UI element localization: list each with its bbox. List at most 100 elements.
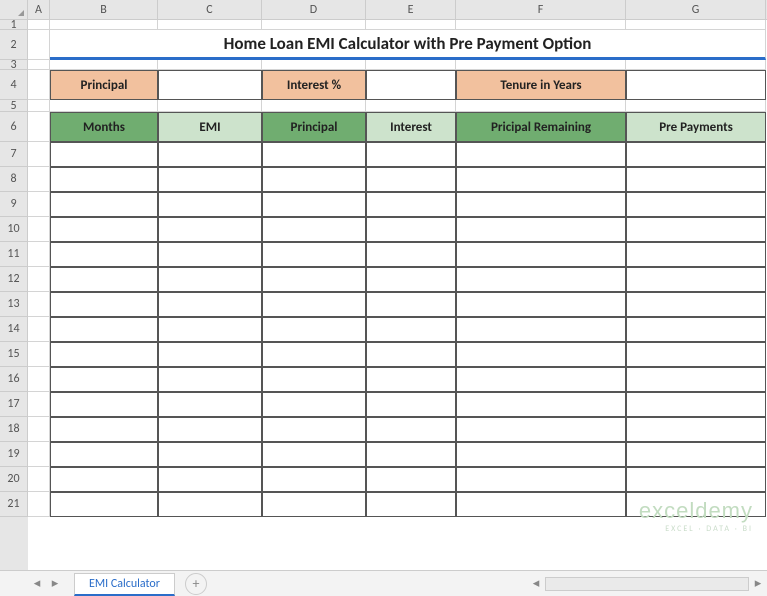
cell-B7[interactable]: [50, 142, 158, 167]
row-header-19[interactable]: 19: [0, 442, 28, 467]
cell-D8[interactable]: [262, 167, 366, 192]
cell-D13[interactable]: [262, 292, 366, 317]
cell-D17[interactable]: [262, 392, 366, 417]
cell-F19[interactable]: [456, 442, 626, 467]
cell-B13[interactable]: [50, 292, 158, 317]
cell-E18[interactable]: [366, 417, 456, 442]
cell-A11[interactable]: [28, 242, 50, 267]
cell-B12[interactable]: [50, 267, 158, 292]
cell-A18[interactable]: [28, 417, 50, 442]
principal-input[interactable]: [158, 70, 262, 100]
cell-B11[interactable]: [50, 242, 158, 267]
cell-G17[interactable]: [626, 392, 766, 417]
row-header-4[interactable]: 4: [0, 70, 28, 100]
cell-E14[interactable]: [366, 317, 456, 342]
cell-D15[interactable]: [262, 342, 366, 367]
cell-A10[interactable]: [28, 217, 50, 242]
cell-D16[interactable]: [262, 367, 366, 392]
col-header-C[interactable]: C: [158, 0, 262, 19]
cell-A5[interactable]: [28, 100, 50, 112]
cell-C3[interactable]: [158, 60, 262, 70]
cell-A7[interactable]: [28, 142, 50, 167]
tab-prev-icon[interactable]: ◂: [30, 577, 44, 591]
th-pre-payments[interactable]: Pre Payments: [626, 112, 766, 142]
cell-C18[interactable]: [158, 417, 262, 442]
cell-C20[interactable]: [158, 467, 262, 492]
cell-C15[interactable]: [158, 342, 262, 367]
cell-B16[interactable]: [50, 367, 158, 392]
cell-A8[interactable]: [28, 167, 50, 192]
cell-A2[interactable]: [28, 30, 50, 60]
cell-B3[interactable]: [50, 60, 158, 70]
cell-F10[interactable]: [456, 217, 626, 242]
row-header-8[interactable]: 8: [0, 167, 28, 192]
cell-B1[interactable]: [50, 20, 158, 30]
cell-B5[interactable]: [50, 100, 158, 112]
cell-B21[interactable]: [50, 492, 158, 517]
page-title[interactable]: Home Loan EMI Calculator with Pre Paymen…: [50, 30, 766, 60]
cell-D7[interactable]: [262, 142, 366, 167]
cell-C9[interactable]: [158, 192, 262, 217]
row-header-17[interactable]: 17: [0, 392, 28, 417]
cell-D9[interactable]: [262, 192, 366, 217]
cell-C12[interactable]: [158, 267, 262, 292]
cell-C13[interactable]: [158, 292, 262, 317]
cell-G18[interactable]: [626, 417, 766, 442]
cell-G5[interactable]: [626, 100, 766, 112]
row-header-5[interactable]: 5: [0, 100, 28, 112]
cell-A16[interactable]: [28, 367, 50, 392]
cell-D19[interactable]: [262, 442, 366, 467]
cell-F9[interactable]: [456, 192, 626, 217]
cell-F17[interactable]: [456, 392, 626, 417]
row-header-16[interactable]: 16: [0, 367, 28, 392]
interest-input[interactable]: [366, 70, 456, 100]
col-header-G[interactable]: G: [626, 0, 766, 19]
cell-E3[interactable]: [366, 60, 456, 70]
cell-G7[interactable]: [626, 142, 766, 167]
add-sheet-button[interactable]: +: [185, 573, 207, 595]
cell-E15[interactable]: [366, 342, 456, 367]
th-emi[interactable]: EMI: [158, 112, 262, 142]
cell-G12[interactable]: [626, 267, 766, 292]
cell-D5[interactable]: [262, 100, 366, 112]
row-header-15[interactable]: 15: [0, 342, 28, 367]
cell-A1[interactable]: [28, 20, 50, 30]
col-header-B[interactable]: B: [50, 0, 158, 19]
row-header-7[interactable]: 7: [0, 142, 28, 167]
cell-A19[interactable]: [28, 442, 50, 467]
sheet-tab-emi-calculator[interactable]: EMI Calculator: [74, 573, 175, 596]
cell-C10[interactable]: [158, 217, 262, 242]
th-principal[interactable]: Principal: [262, 112, 366, 142]
cell-A20[interactable]: [28, 467, 50, 492]
row-header-20[interactable]: 20: [0, 467, 28, 492]
cell-G9[interactable]: [626, 192, 766, 217]
col-header-E[interactable]: E: [366, 0, 456, 19]
tenure-input[interactable]: [626, 70, 766, 100]
row-header-10[interactable]: 10: [0, 217, 28, 242]
cell-G11[interactable]: [626, 242, 766, 267]
row-header-1[interactable]: 1: [0, 20, 28, 30]
cell-D10[interactable]: [262, 217, 366, 242]
cell-D20[interactable]: [262, 467, 366, 492]
cell-B15[interactable]: [50, 342, 158, 367]
cell-B20[interactable]: [50, 467, 158, 492]
cell-F1[interactable]: [456, 20, 626, 30]
cell-E8[interactable]: [366, 167, 456, 192]
cell-E12[interactable]: [366, 267, 456, 292]
cell-E5[interactable]: [366, 100, 456, 112]
cell-G15[interactable]: [626, 342, 766, 367]
cell-C5[interactable]: [158, 100, 262, 112]
interest-label[interactable]: Interest %: [262, 70, 366, 100]
cell-C14[interactable]: [158, 317, 262, 342]
cell-A9[interactable]: [28, 192, 50, 217]
cell-F20[interactable]: [456, 467, 626, 492]
col-header-F[interactable]: F: [456, 0, 626, 19]
tab-next-icon[interactable]: ▸: [48, 577, 62, 591]
row-header-21[interactable]: 21: [0, 492, 28, 517]
cell-F13[interactable]: [456, 292, 626, 317]
cell-G16[interactable]: [626, 367, 766, 392]
cell-C8[interactable]: [158, 167, 262, 192]
tenure-label[interactable]: Tenure in Years: [456, 70, 626, 100]
scroll-right-icon[interactable]: ▸: [749, 575, 767, 593]
cell-B14[interactable]: [50, 317, 158, 342]
